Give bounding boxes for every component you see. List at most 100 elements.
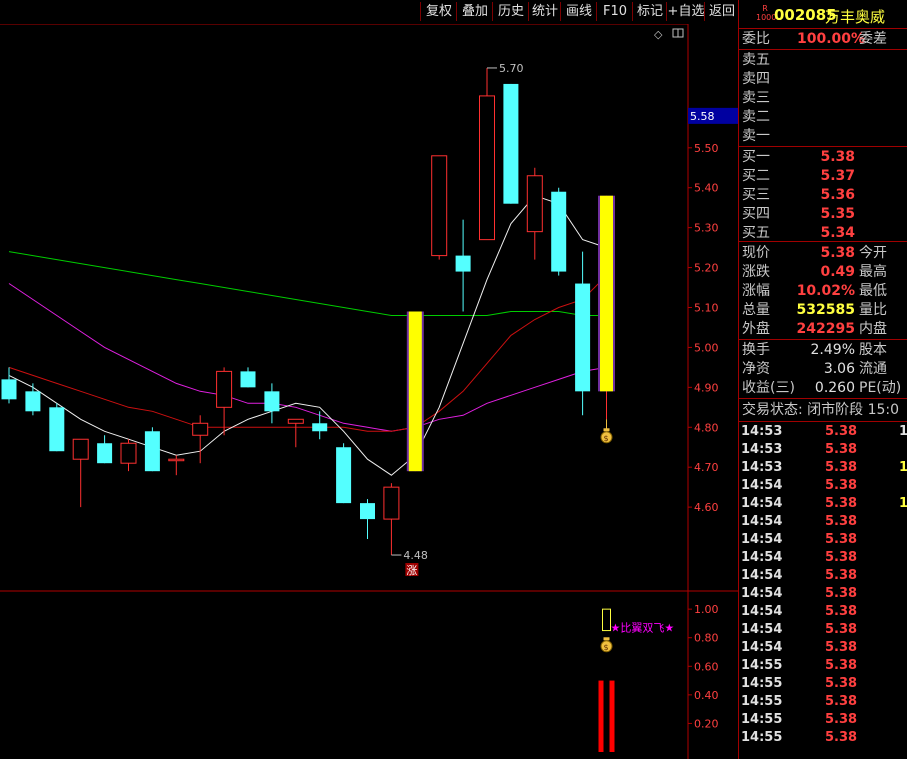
- candle: [49, 403, 65, 452]
- sell-level-row: 卖一: [739, 127, 907, 145]
- add-favorite-button[interactable]: +自选: [666, 2, 705, 21]
- quote-panel: R 1000 002085 万丰奥威 委比 100.00% 委差 卖五 卖四 卖三 卖二…: [738, 0, 907, 759]
- buy-level-row: 买三 5.36: [739, 186, 907, 204]
- money-bag-icon: $: [600, 428, 613, 444]
- signal-label: ★比翼双飞★: [611, 622, 675, 635]
- candle: [406, 311, 424, 472]
- tick-row: 14:54 5.38: [739, 603, 907, 621]
- kline-chart[interactable]: ◇ 4.60 4.70 4.80 4.90 5.00 5.10 5.20 5.30 5.40 5.5…: [0, 0, 738, 759]
- buy-level-row: 买一 5.38: [739, 148, 907, 166]
- candle: [312, 411, 328, 440]
- divider: [739, 241, 907, 242]
- svg-text:$: $: [604, 434, 609, 443]
- tick-price: 5.38: [825, 676, 858, 691]
- y-tick-label: 5.30: [694, 222, 719, 235]
- scroll-icon[interactable]: [672, 28, 684, 38]
- mark-button[interactable]: 标记: [632, 2, 667, 21]
- tick-row: 14:55 5.38: [739, 693, 907, 711]
- f10-button[interactable]: F10: [596, 2, 633, 21]
- tick-row: 14:55 5.38: [739, 675, 907, 693]
- overlay-button[interactable]: 叠加: [456, 2, 493, 21]
- stat-label: 涨幅: [742, 283, 770, 299]
- history-button[interactable]: 历史: [492, 2, 529, 21]
- svg-text:$: $: [604, 643, 609, 652]
- stat-label: 外盘: [742, 321, 770, 337]
- tick-row: 14:55 5.38: [739, 711, 907, 729]
- stat-row: 现价 5.38 今开: [739, 244, 907, 262]
- y-tick-label: 5.00: [694, 341, 719, 354]
- tick-price: 5.38: [825, 496, 858, 511]
- diamond-icon[interactable]: ◇: [654, 28, 663, 41]
- stat-row: 换手 2.49% 股本: [739, 341, 907, 359]
- back-button[interactable]: 返回: [704, 2, 739, 21]
- statistics-button[interactable]: 统计: [528, 2, 561, 21]
- stat-label: 总量: [742, 302, 770, 318]
- tick-time: 14:54: [741, 586, 783, 601]
- stat-right-label: 最低: [859, 283, 887, 299]
- tick-price: 5.38: [825, 712, 858, 727]
- candle: [383, 483, 400, 556]
- candle: [25, 383, 41, 416]
- fuquan-button[interactable]: 复权: [420, 2, 457, 21]
- stat-row: 外盘 242295 内盘: [739, 320, 907, 338]
- sub-y-tick-label: 0.80: [694, 632, 719, 645]
- y-tick-label: 5.20: [694, 262, 719, 275]
- sell-level-label: 卖四: [742, 71, 770, 87]
- buy-level-label: 买五: [742, 225, 770, 241]
- stat-right-label: 股本: [859, 342, 887, 358]
- trade-status-text: 交易状态: 闭市阶段 15:0: [742, 402, 900, 418]
- stat-value: 242295: [796, 321, 855, 337]
- divider: [739, 339, 907, 340]
- tick-time: 14:54: [741, 532, 783, 547]
- stat-row: 涨跌 0.49 最高: [739, 263, 907, 281]
- y-tick-label: 4.70: [694, 461, 719, 474]
- sell-level-label: 卖五: [742, 52, 770, 68]
- tick-price: 5.38: [825, 442, 858, 457]
- candle: [72, 438, 89, 508]
- signal-outline: [602, 608, 611, 632]
- stock-name: 万丰奥威: [825, 8, 886, 26]
- tick-time: 14:53: [741, 460, 783, 475]
- candle: [144, 427, 160, 472]
- sub-y-tick-label: 0.60: [694, 660, 719, 673]
- tick-time: 14:54: [741, 496, 783, 511]
- tick-price: 5.38: [825, 586, 858, 601]
- tick-time: 14:53: [741, 424, 783, 439]
- tick-price: 5.38: [825, 478, 858, 493]
- y-tick-label: 5.40: [694, 182, 719, 195]
- tick-volume: 10: [899, 496, 907, 511]
- tick-price: 5.38: [825, 658, 858, 673]
- tick-time: 14:55: [741, 730, 783, 745]
- buy-level-label: 买三: [742, 187, 770, 203]
- buy-level-label: 买四: [742, 206, 770, 222]
- draw-line-button[interactable]: 画线: [560, 2, 597, 21]
- tick-time: 14:54: [741, 550, 783, 565]
- current-price-label: 5.58: [690, 110, 715, 123]
- tick-row: 14:55 5.38: [739, 729, 907, 747]
- candle: [216, 367, 233, 436]
- tick-time: 14:54: [741, 478, 783, 493]
- r-badge: R 1000: [756, 4, 777, 22]
- ma-red-line: [8, 275, 607, 432]
- stat-label: 现价: [742, 245, 770, 261]
- tick-time: 14:54: [741, 604, 783, 619]
- stat-value: 0.49: [820, 264, 855, 280]
- tick-time: 14:55: [741, 712, 783, 727]
- y-tick-label: 4.60: [694, 501, 719, 514]
- candle: [479, 67, 495, 241]
- buy-level-row: 买二 5.37: [739, 167, 907, 185]
- tick-time: 14:55: [741, 658, 783, 673]
- stat-label: 换手: [742, 342, 770, 358]
- tick-price: 5.38: [825, 550, 858, 565]
- stat-right-label: 流通: [859, 361, 887, 377]
- tick-row: 14:53 5.38 1: [739, 423, 907, 441]
- tick-price: 5.38: [825, 460, 858, 475]
- weibi-row: 委比 100.00% 委差: [739, 30, 907, 48]
- tick-volume: 10: [899, 460, 907, 475]
- tick-price: 5.38: [825, 640, 858, 655]
- stock-header: R 1000 002085 万丰奥威: [739, 0, 907, 28]
- candle: [551, 187, 567, 276]
- ma-green-line: [8, 251, 607, 316]
- stat-value: 10.02%: [796, 283, 855, 299]
- tick-price: 5.38: [825, 514, 858, 529]
